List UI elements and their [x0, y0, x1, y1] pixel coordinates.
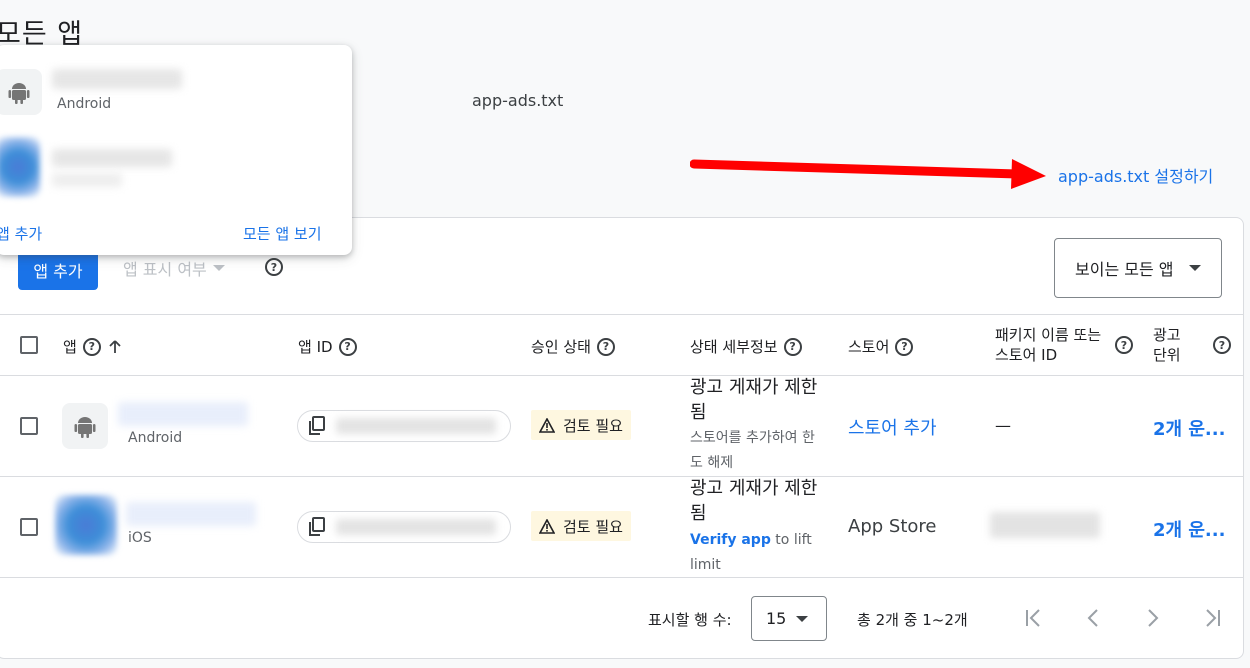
divider	[0, 476, 1244, 477]
status-sub: Verify app to lift limit	[690, 528, 820, 578]
app-switcher-popup: Android 앱 추가 모든 앱 보기	[0, 45, 352, 255]
app-id-redacted	[336, 418, 496, 434]
visible-apps-label: 보이는 모든 앱	[1075, 260, 1174, 279]
help-icon[interactable]: ?	[596, 337, 615, 356]
select-all-checkbox[interactable]	[20, 336, 38, 354]
column-header-app-id: 앱 ID ?	[298, 336, 357, 357]
app-name-redacted[interactable]	[52, 149, 172, 167]
rows-per-page-select[interactable]: 15	[751, 596, 827, 641]
column-label: 앱	[63, 338, 77, 356]
last-page-icon	[1206, 609, 1220, 627]
chevron-down-icon	[1189, 265, 1201, 271]
help-icon[interactable]: ?	[895, 337, 914, 356]
divider	[0, 314, 1244, 315]
column-label: 앱 ID	[298, 338, 333, 356]
store-value: App Store	[848, 516, 937, 537]
add-app-button[interactable]: 앱 추가	[18, 250, 98, 290]
popup-add-app-link[interactable]: 앱 추가	[0, 223, 42, 244]
column-header-store: 스토어 ?	[848, 336, 914, 357]
divider	[0, 577, 1244, 578]
appads-label: app-ads.txt	[472, 91, 564, 110]
red-arrow-annotation	[690, 159, 1046, 189]
column-label: 승인 상태	[531, 338, 591, 356]
help-icon[interactable]: ?	[82, 337, 101, 356]
view-all-apps-link[interactable]: 모든 앱 보기	[243, 223, 322, 244]
app-name-redacted[interactable]	[118, 402, 248, 426]
rows-per-page-value: 15	[766, 609, 787, 628]
row-checkbox[interactable]	[20, 417, 38, 435]
column-header-package: 패키지 이름 또는 스토어 ID	[995, 325, 1101, 365]
column-header-app[interactable]: 앱 ?	[63, 336, 123, 357]
help-icon[interactable]: ?	[783, 337, 802, 356]
filter-label: 앱 표시 여부	[123, 260, 207, 279]
help-icon[interactable]: ?	[1115, 336, 1133, 354]
status-main: 광고 게재가 제한됨	[690, 478, 818, 524]
column-label: 스토어	[848, 338, 890, 356]
android-icon	[62, 403, 108, 449]
help-icon[interactable]: ?	[338, 337, 357, 356]
column-label: 단위	[1153, 346, 1181, 364]
status-badge: 검토 필요	[531, 410, 631, 440]
column-header-ad-units: 광고 단위	[1153, 325, 1181, 365]
platform-redacted	[52, 173, 122, 187]
platform-label: Android	[128, 430, 183, 446]
warning-icon	[539, 518, 555, 534]
next-page-button[interactable]	[1138, 603, 1168, 633]
android-icon	[0, 69, 42, 115]
column-header-status-detail: 상태 세부정보 ?	[690, 336, 802, 357]
appads-setup-link[interactable]: app-ads.txt 설정하기	[1058, 163, 1213, 187]
visible-apps-dropdown[interactable]: 보이는 모든 앱	[1054, 238, 1222, 298]
last-page-button[interactable]	[1198, 603, 1228, 633]
help-icon[interactable]: ?	[265, 258, 283, 276]
app-name-redacted[interactable]	[126, 502, 256, 526]
badge-label: 검토 필요	[563, 416, 623, 435]
first-page-icon	[1026, 609, 1040, 627]
package-value: —	[995, 416, 1011, 435]
sort-arrow-up-icon	[109, 339, 121, 353]
popup-platform-label: Android	[57, 96, 112, 112]
first-page-button[interactable]	[1018, 603, 1048, 633]
badge-label: 검토 필요	[563, 517, 623, 536]
help-icon[interactable]: ?	[1213, 336, 1231, 354]
row-checkbox[interactable]	[20, 518, 38, 536]
column-label: 광고	[1153, 326, 1181, 344]
copy-icon[interactable]	[308, 517, 326, 537]
pagination-range: 총 2개 중 1~2개	[857, 611, 968, 629]
app-visibility-filter[interactable]: 앱 표시 여부	[123, 256, 225, 280]
app-id-chip[interactable]	[297, 410, 511, 442]
platform-label: iOS	[128, 530, 152, 546]
column-label: 상태 세부정보	[690, 338, 778, 356]
package-redacted	[990, 512, 1100, 538]
app-id-chip[interactable]	[297, 511, 511, 543]
previous-page-button[interactable]	[1078, 603, 1108, 633]
add-store-link[interactable]: 스토어 추가	[848, 414, 937, 440]
app-icon-redacted	[55, 495, 117, 555]
ad-units-link[interactable]: 2개 운...	[1153, 516, 1225, 542]
app-icon-redacted	[0, 137, 40, 197]
warning-icon	[539, 417, 555, 433]
chevron-right-icon	[1148, 609, 1159, 627]
verify-app-link[interactable]: Verify app	[690, 532, 771, 548]
status-main: 광고 게재가 제한됨	[690, 377, 818, 423]
chevron-left-icon	[1087, 609, 1098, 627]
status-badge: 검토 필요	[531, 511, 631, 541]
status-sub: 스토어를 추가하여 한도 해제	[690, 430, 815, 471]
column-label: 패키지 이름 또는	[995, 326, 1102, 344]
column-header-approval: 승인 상태 ?	[531, 336, 615, 357]
chevron-down-icon	[796, 615, 808, 622]
copy-icon[interactable]	[308, 416, 326, 436]
rows-per-page-label: 표시할 행 수:	[648, 611, 732, 629]
ad-units-link[interactable]: 2개 운...	[1153, 415, 1225, 441]
divider	[0, 375, 1244, 376]
column-label: 스토어 ID	[995, 346, 1058, 364]
app-id-redacted	[336, 519, 496, 535]
app-name-redacted[interactable]	[52, 69, 182, 89]
chevron-down-icon	[212, 265, 225, 271]
